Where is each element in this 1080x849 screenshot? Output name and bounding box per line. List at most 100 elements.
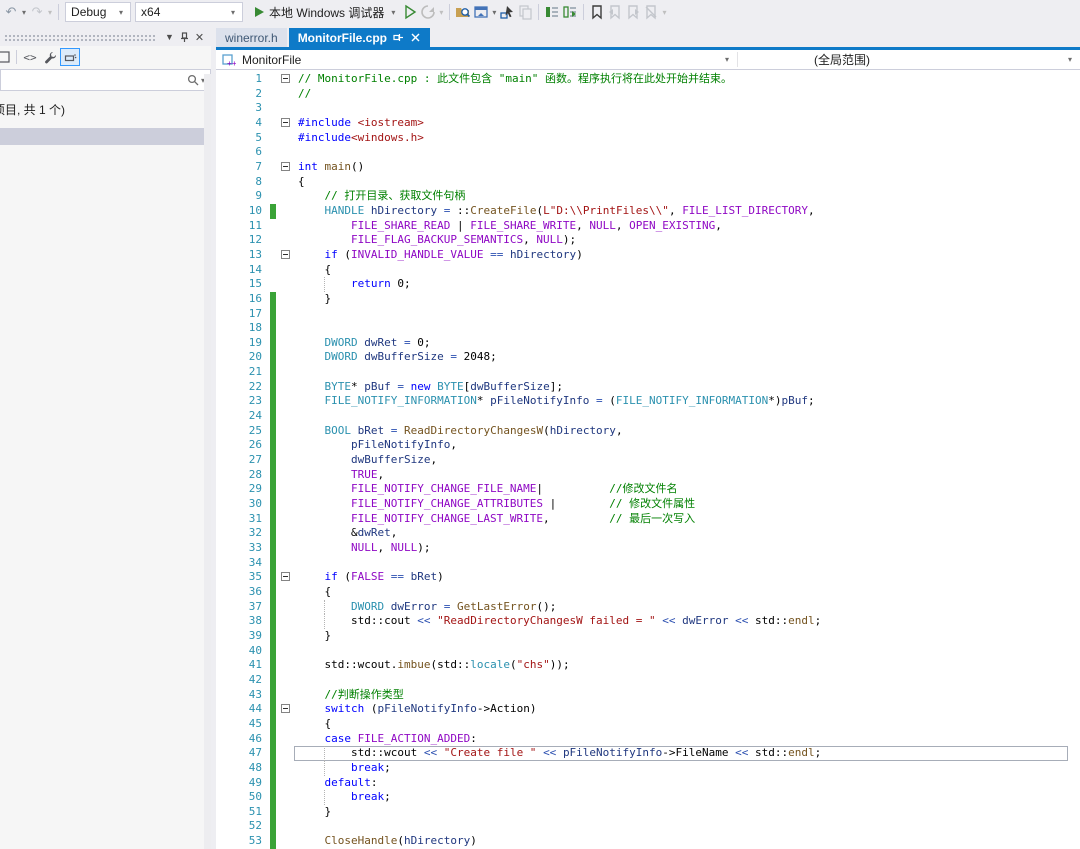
code-text[interactable]: DWORD dwBufferSize = 2048;	[294, 350, 1068, 365]
code-text[interactable]: //	[294, 87, 1068, 102]
code-line[interactable]: 8{	[216, 175, 1080, 190]
code-line[interactable]: 12 FILE_FLAG_BACKUP_SEMANTICS, NULL);	[216, 233, 1080, 248]
breakpoint-margin[interactable]	[216, 101, 232, 116]
code-line[interactable]: 17	[216, 307, 1080, 322]
code-line[interactable]: 25 BOOL bRet = ReadDirectoryChangesW(hDi…	[216, 424, 1080, 439]
hot-reload-caret[interactable]: ▾	[437, 8, 445, 17]
code-text[interactable]: FILE_NOTIFY_CHANGE_ATTRIBUTES | // 修改文件属…	[294, 497, 1068, 512]
code-text[interactable]: &dwRet,	[294, 526, 1068, 541]
code-text[interactable]: default:	[294, 776, 1068, 791]
code-text[interactable]: FILE_NOTIFY_CHANGE_LAST_WRITE, // 最后一次写入	[294, 512, 1068, 527]
tab-winerror[interactable]: winerror.h	[216, 28, 287, 47]
redo-button[interactable]: ↷	[28, 2, 46, 22]
code-text[interactable]	[294, 673, 1068, 688]
start-without-debugging-button[interactable]	[401, 2, 419, 22]
bookmark-caret[interactable]: ▾	[660, 8, 668, 17]
code-line[interactable]: 18	[216, 321, 1080, 336]
breakpoint-margin[interactable]	[216, 570, 232, 585]
code-line[interactable]: 42	[216, 673, 1080, 688]
code-line[interactable]: 7int main()	[216, 160, 1080, 175]
breakpoint-margin[interactable]	[216, 233, 232, 248]
breakpoint-margin[interactable]	[216, 819, 232, 834]
uncomment-lines-button[interactable]	[561, 2, 579, 22]
select-element-button[interactable]	[498, 2, 516, 22]
breakpoint-margin[interactable]	[216, 424, 232, 439]
code-text[interactable]: HANDLE hDirectory = ::CreateFile(L"D:\\P…	[294, 204, 1068, 219]
breakpoint-margin[interactable]	[216, 409, 232, 424]
code-line[interactable]: 36 {	[216, 585, 1080, 600]
breakpoint-margin[interactable]	[216, 717, 232, 732]
breakpoint-margin[interactable]	[216, 585, 232, 600]
window-position-button[interactable]: ▼	[162, 30, 177, 45]
breakpoint-margin[interactable]	[216, 336, 232, 351]
code-line[interactable]: 1// MonitorFile.cpp : 此文件包含 "main" 函数。程序…	[216, 72, 1080, 87]
code-text[interactable]: dwBufferSize,	[294, 453, 1068, 468]
breakpoint-margin[interactable]	[216, 761, 232, 776]
code-text[interactable]: TRUE,	[294, 468, 1068, 483]
code-line[interactable]: 38 std::cout << "ReadDirectoryChangesW f…	[216, 614, 1080, 629]
breakpoint-margin[interactable]	[216, 600, 232, 615]
project-combo[interactable]: ++ MonitorFile ▾	[216, 50, 737, 69]
fold-toggle[interactable]	[281, 704, 290, 713]
close-button[interactable]: ✕	[192, 30, 207, 45]
code-text[interactable]: #include<windows.h>	[294, 131, 1068, 146]
code-text[interactable]	[294, 365, 1068, 380]
breakpoint-margin[interactable]	[216, 702, 232, 717]
code-line[interactable]: 5#include<windows.h>	[216, 131, 1080, 146]
code-line[interactable]: 45 {	[216, 717, 1080, 732]
code-text[interactable]: FILE_NOTIFY_INFORMATION* pFileNotifyInfo…	[294, 394, 1068, 409]
preview-selected-items-toggle[interactable]	[60, 48, 80, 66]
code-line[interactable]: 26 pFileNotifyInfo,	[216, 438, 1080, 453]
breakpoint-margin[interactable]	[216, 263, 232, 278]
breakpoint-margin[interactable]	[216, 746, 232, 761]
breakpoint-margin[interactable]	[216, 380, 232, 395]
breakpoint-margin[interactable]	[216, 614, 232, 629]
breakpoint-margin[interactable]	[216, 438, 232, 453]
code-line[interactable]: 48 break;	[216, 761, 1080, 776]
browse-window-button[interactable]	[472, 2, 490, 22]
code-text[interactable]	[294, 644, 1068, 659]
breakpoint-margin[interactable]	[216, 394, 232, 409]
panel-header[interactable]: ▼ ✕	[0, 28, 211, 46]
code-text[interactable]: // MonitorFile.cpp : 此文件包含 "main" 函数。程序执…	[294, 72, 1068, 87]
next-bookmark-button[interactable]	[624, 2, 642, 22]
breakpoint-margin[interactable]	[216, 219, 232, 234]
breakpoint-margin[interactable]	[216, 350, 232, 365]
code-text[interactable]: std::wcout.imbue(std::locale("chs"));	[294, 658, 1068, 673]
breakpoint-margin[interactable]	[216, 160, 232, 175]
panel-scrollbar[interactable]	[204, 74, 211, 849]
code-line[interactable]: 52	[216, 819, 1080, 834]
code-line[interactable]: 24	[216, 409, 1080, 424]
selected-project-row[interactable]	[0, 128, 211, 145]
code-text[interactable]: DWORD dwRet = 0;	[294, 336, 1068, 351]
code-line[interactable]: 37 DWORD dwError = GetLastError();	[216, 600, 1080, 615]
find-in-files-button[interactable]	[454, 2, 472, 22]
code-text[interactable]: int main()	[294, 160, 1068, 175]
code-line[interactable]: 33 NULL, NULL);	[216, 541, 1080, 556]
breakpoint-margin[interactable]	[216, 526, 232, 541]
breakpoint-margin[interactable]	[216, 497, 232, 512]
code-text[interactable]: pFileNotifyInfo,	[294, 438, 1068, 453]
copy-button[interactable]	[516, 2, 534, 22]
comment-lines-button[interactable]	[543, 2, 561, 22]
code-text[interactable]	[294, 101, 1068, 116]
scope-combo[interactable]: (全局范围) ▾	[738, 50, 1080, 69]
breakpoint-margin[interactable]	[216, 688, 232, 703]
breakpoint-margin[interactable]	[216, 556, 232, 571]
fold-toggle[interactable]	[281, 118, 290, 127]
code-line[interactable]: 41 std::wcout.imbue(std::locale("chs"));	[216, 658, 1080, 673]
code-text[interactable]: {	[294, 175, 1068, 190]
code-line[interactable]: 10 HANDLE hDirectory = ::CreateFile(L"D:…	[216, 204, 1080, 219]
breakpoint-margin[interactable]	[216, 145, 232, 160]
code-text[interactable]: return 0;	[294, 277, 1068, 292]
breakpoint-margin[interactable]	[216, 116, 232, 131]
code-line[interactable]: 39 }	[216, 629, 1080, 644]
code-line[interactable]: 34	[216, 556, 1080, 571]
browse-window-caret[interactable]: ▾	[490, 8, 498, 17]
code-line[interactable]: 49 default:	[216, 776, 1080, 791]
breakpoint-margin[interactable]	[216, 776, 232, 791]
breakpoint-margin[interactable]	[216, 87, 232, 102]
breakpoint-margin[interactable]	[216, 292, 232, 307]
breakpoint-margin[interactable]	[216, 307, 232, 322]
fold-toggle[interactable]	[281, 572, 290, 581]
